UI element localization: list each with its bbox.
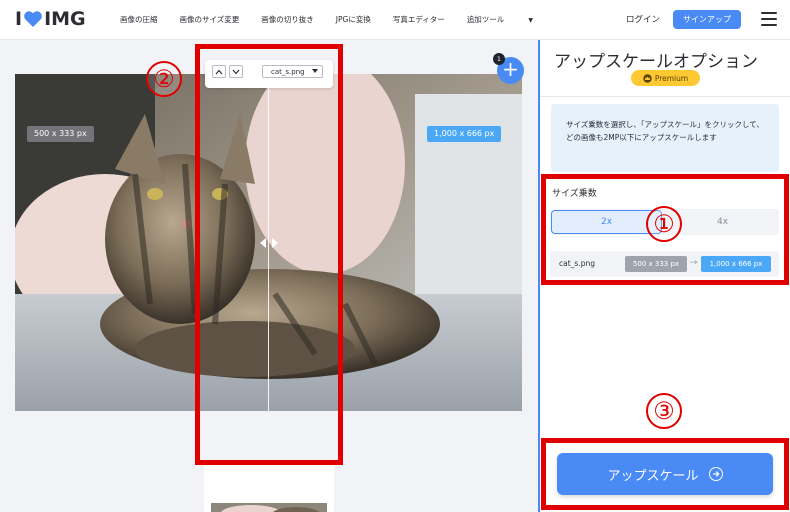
logo[interactable]: I IMG	[15, 8, 86, 30]
nav-more-tools-label: 追加ツール	[466, 15, 505, 24]
caret-down-icon: ▼	[528, 17, 533, 24]
nav-photo-editor[interactable]: 写真エディター	[393, 14, 445, 25]
login-link[interactable]: ログイン	[626, 13, 660, 25]
panel-title: アップスケールオプション	[554, 52, 758, 72]
nav-crop[interactable]: 画像の切り抜き	[261, 14, 314, 25]
logo-letter-i: I	[15, 8, 23, 30]
hamburger-menu-icon[interactable]	[761, 12, 777, 26]
annotation-box-2	[195, 44, 343, 465]
nav-convert-jpg[interactable]: JPGに変換	[336, 14, 371, 25]
annotation-number-1: ①	[646, 206, 682, 242]
original-size-tag: 500 x 333 px	[27, 126, 94, 142]
signup-button[interactable]: サインアップ	[673, 10, 741, 29]
thumbnail-image[interactable]	[211, 500, 327, 512]
premium-label: Premium	[654, 73, 689, 83]
page: I IMG 画像の圧縮 画像のサイズ変更 画像の切り抜き JPGに変換 写真エデ…	[0, 0, 790, 512]
nav-more-tools[interactable]: 追加ツール ▼	[467, 14, 555, 25]
panel-divider	[540, 96, 790, 97]
main-nav: 画像の圧縮 画像のサイズ変更 画像の切り抜き JPGに変換 写真エディター 追加…	[120, 14, 577, 25]
annotation-box-3	[541, 438, 789, 510]
nav-resize[interactable]: 画像のサイズ変更	[180, 14, 240, 25]
upscaled-size-tag: 1,000 x 666 px	[427, 126, 502, 142]
premium-badge: Premium	[631, 70, 700, 86]
annotation-number-3: ③	[646, 393, 682, 429]
thumbnail-photo	[211, 503, 327, 512]
logo-text-img: IMG	[44, 8, 86, 30]
image-count-badge: 1	[493, 53, 505, 65]
top-header: I IMG 画像の圧縮 画像のサイズ変更 画像の切り抜き JPGに変換 写真エデ…	[0, 0, 790, 40]
annotation-number-2: ②	[146, 61, 182, 97]
crown-icon	[643, 73, 652, 83]
nav-compress[interactable]: 画像の圧縮	[120, 14, 158, 25]
heart-icon	[24, 11, 42, 27]
info-box: サイズ乗数を選択し、「アップスケール」をクリックして、どの画像も2MP以下にアッ…	[551, 104, 779, 172]
